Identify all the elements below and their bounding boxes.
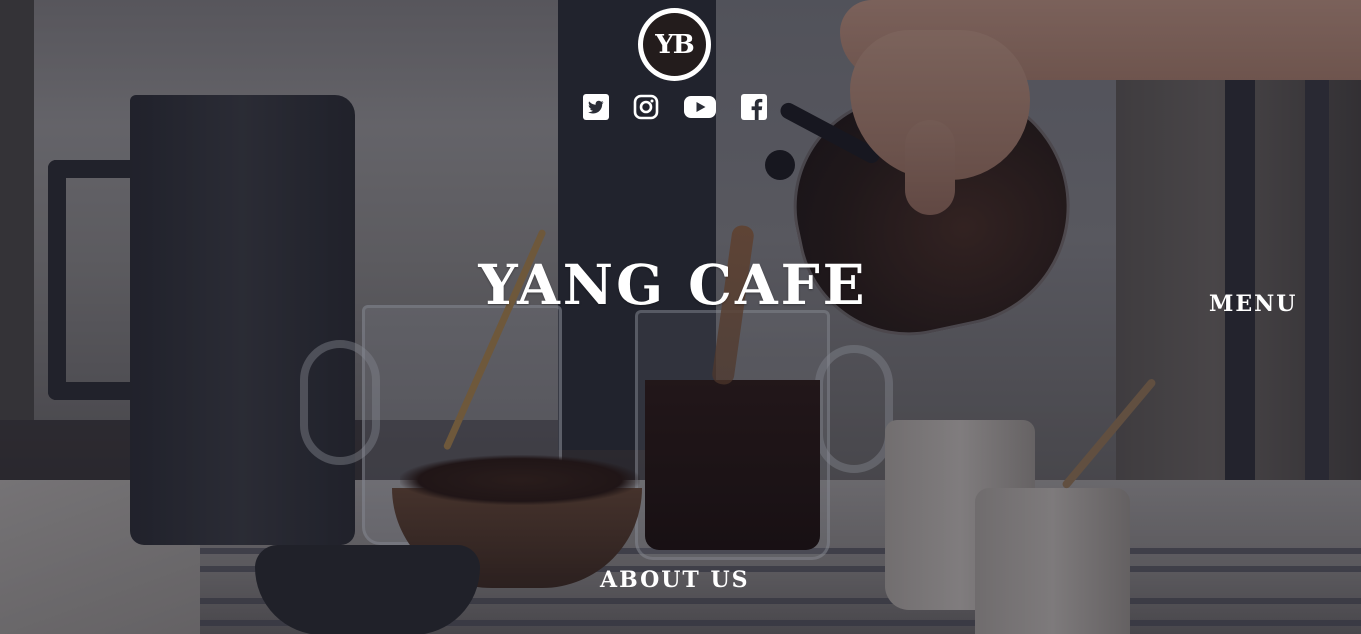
youtube-icon[interactable] <box>683 92 717 122</box>
hero-section: YB YANG CAFE MENU ABOUT US <box>0 0 1361 634</box>
logo[interactable]: YB <box>638 8 711 81</box>
facebook-icon[interactable] <box>741 92 767 122</box>
menu-link[interactable]: MENU <box>1209 291 1297 317</box>
about-us-link[interactable]: ABOUT US <box>600 567 750 593</box>
logo-text: YB <box>655 29 695 60</box>
twitter-icon[interactable] <box>582 92 610 122</box>
logo-badge: YB <box>643 13 706 76</box>
instagram-icon[interactable] <box>632 92 660 122</box>
page-title: YANG CAFE <box>478 252 868 317</box>
social-links <box>0 92 1361 124</box>
